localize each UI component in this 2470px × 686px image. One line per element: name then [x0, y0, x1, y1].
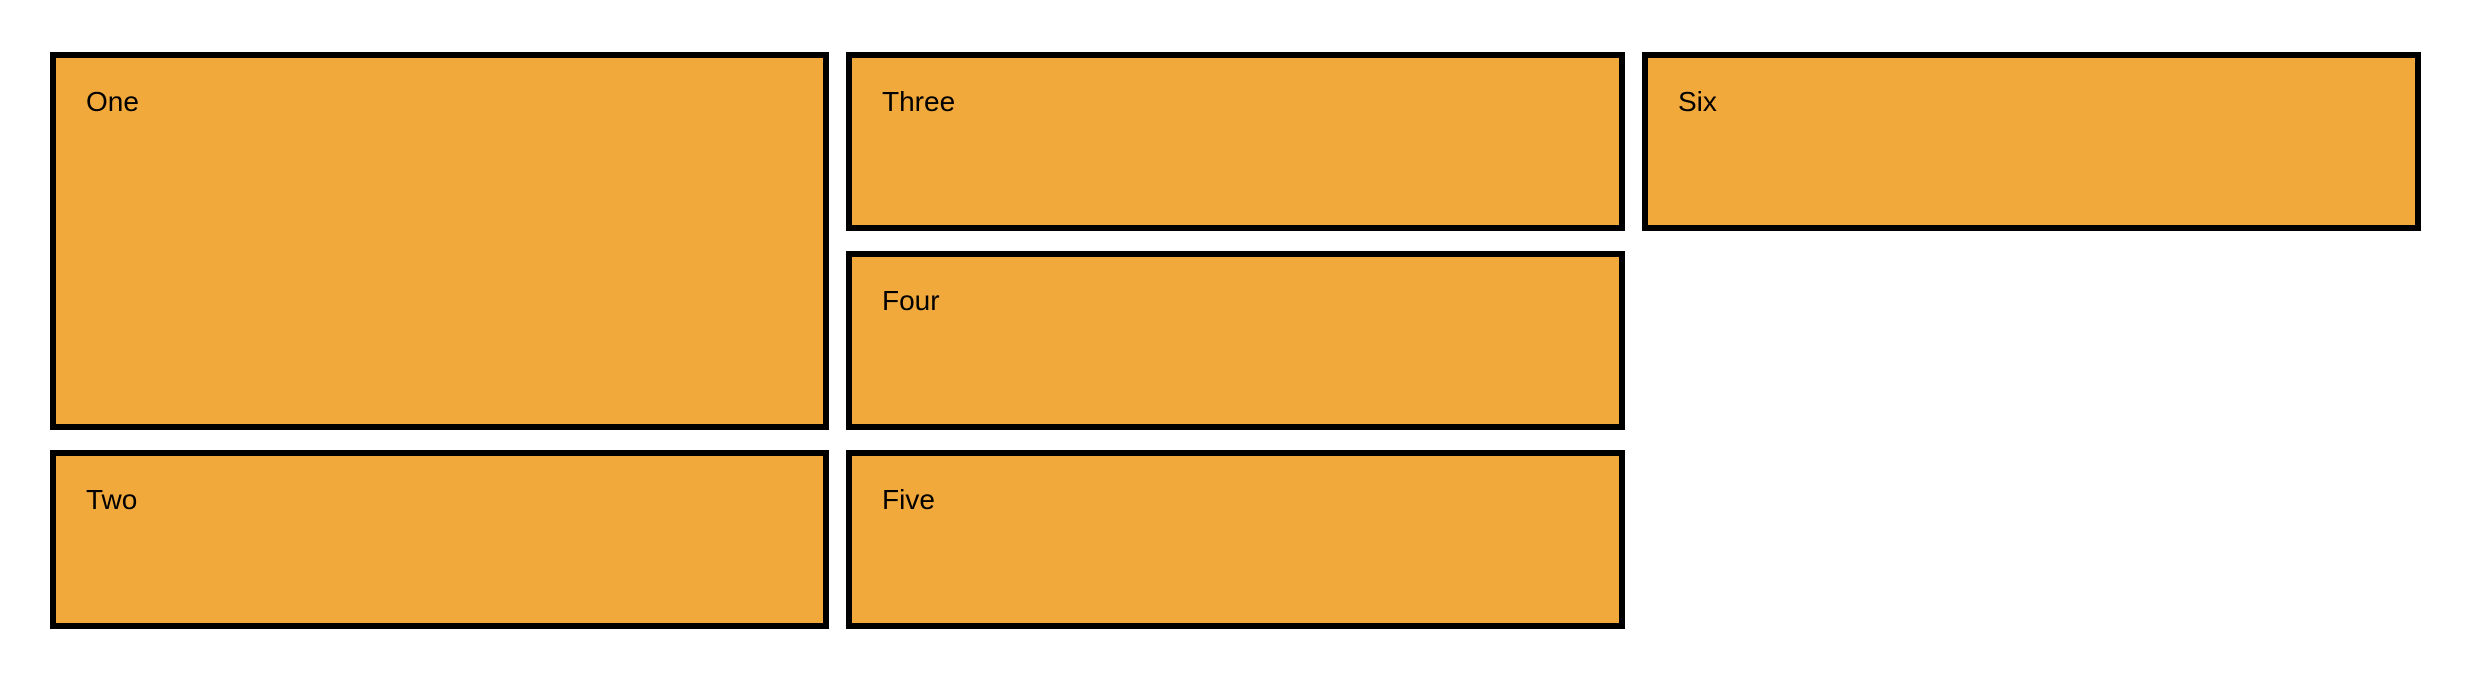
box-label: Four — [882, 285, 940, 316]
box-label: One — [86, 86, 139, 117]
grid-layout: One Two Three Four Five Six — [50, 52, 2421, 629]
box-three: Three — [846, 52, 1625, 231]
box-five: Five — [846, 450, 1625, 629]
box-label: Three — [882, 86, 956, 117]
box-two: Two — [50, 450, 829, 629]
box-label: Six — [1678, 86, 1717, 117]
box-four: Four — [846, 251, 1625, 430]
box-label: Two — [86, 484, 138, 515]
box-six: Six — [1642, 52, 2421, 231]
box-label: Five — [882, 484, 935, 515]
box-one: One — [50, 52, 829, 430]
